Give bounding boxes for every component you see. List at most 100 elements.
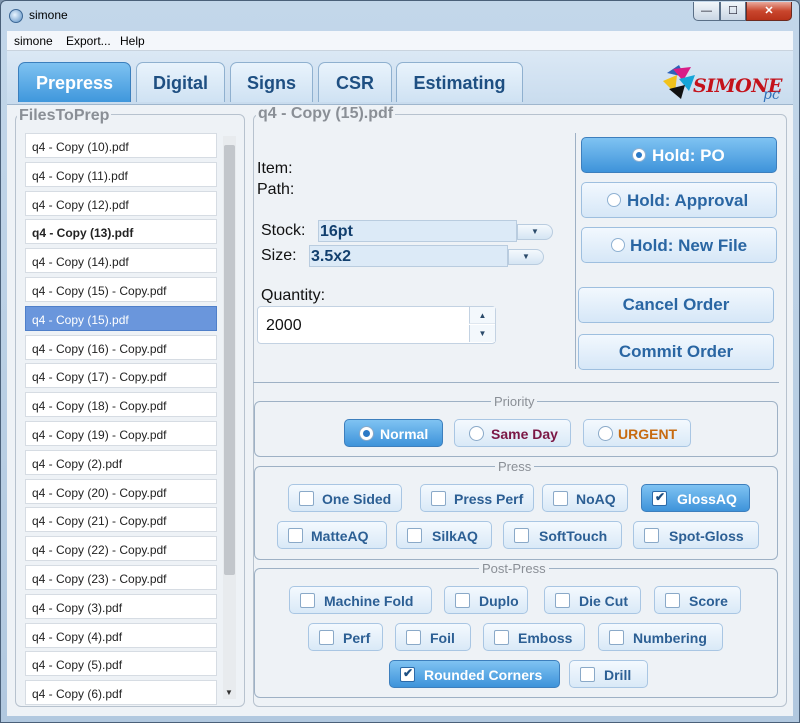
size-select[interactable]: 3.5x2 <box>309 245 508 267</box>
option-label: Score <box>689 593 728 609</box>
file-list-item[interactable]: q4 - Copy (18) - Copy.pdf <box>25 392 217 418</box>
quantity-stepper[interactable]: 2000 ▲ ▼ <box>257 306 496 344</box>
press-option-softtouch[interactable]: SoftTouch <box>503 521 622 549</box>
menu-simone[interactable]: simone <box>14 34 53 48</box>
postpress-option-duplo[interactable]: Duplo <box>444 586 528 614</box>
size-dropdown-icon[interactable]: ▼ <box>508 249 544 265</box>
tab-estimating[interactable]: Estimating <box>396 62 523 102</box>
stock-dropdown-icon[interactable]: ▼ <box>517 224 553 240</box>
menu-bar: simone Export... Help <box>7 31 793 51</box>
stock-select[interactable]: 16pt <box>318 220 517 242</box>
app-window: simone — ☐ ✕ simone Export... Help Prepr… <box>0 0 800 723</box>
priority-normal-label: Normal <box>380 426 429 442</box>
quantity-decrement-icon[interactable]: ▼ <box>469 325 495 342</box>
press-option-spot-gloss[interactable]: Spot-Gloss <box>633 521 759 549</box>
priority-same-day-label: Same Day <box>491 426 558 442</box>
option-label: Foil <box>430 630 455 646</box>
postpress-option-score[interactable]: Score <box>654 586 741 614</box>
file-list-item[interactable]: q4 - Copy (14).pdf <box>25 248 217 274</box>
file-list-item[interactable]: q4 - Copy (19) - Copy.pdf <box>25 421 217 446</box>
app-icon <box>9 9 23 23</box>
client-area: Prepress Digital Signs CSR Estimating SI… <box>7 51 793 716</box>
hold-po-label: Hold: PO <box>652 146 725 165</box>
press-option-noaq[interactable]: NoAQ <box>542 484 628 512</box>
option-label: Numbering <box>633 630 707 646</box>
press-option-matteaq[interactable]: MatteAQ <box>277 521 387 549</box>
file-list-scrollbar[interactable]: ▼ <box>223 136 236 699</box>
file-list-item[interactable]: q4 - Copy (5).pdf <box>25 651 217 677</box>
checkbox-icon <box>455 593 470 608</box>
tab-digital[interactable]: Digital <box>136 62 225 102</box>
option-label: NoAQ <box>576 491 616 507</box>
priority-same-day-radio[interactable]: Same Day <box>454 419 571 447</box>
file-list-item[interactable]: q4 - Copy (20) - Copy.pdf <box>25 478 217 504</box>
postpress-option-numbering[interactable]: Numbering <box>598 623 723 651</box>
postpress-option-perf[interactable]: Perf <box>308 623 383 651</box>
press-title: Press <box>495 459 535 474</box>
horizontal-divider <box>253 382 779 383</box>
press-option-press-perf[interactable]: Press Perf <box>420 484 534 512</box>
commit-order-button[interactable]: Commit Order <box>578 334 774 370</box>
priority-urgent-radio[interactable]: URGENT <box>583 419 691 447</box>
file-list-item[interactable]: q4 - Copy (23) - Copy.pdf <box>25 565 217 590</box>
press-option-silkaq[interactable]: SilkAQ <box>396 521 492 549</box>
option-label: Drill <box>604 667 632 683</box>
file-list-item[interactable]: q4 - Copy (3).pdf <box>25 593 217 619</box>
file-list-item[interactable]: q4 - Copy (17) - Copy.pdf <box>25 363 217 389</box>
file-list-item[interactable]: q4 - Copy (13).pdf <box>25 219 217 245</box>
checkbox-icon <box>319 630 334 645</box>
maximize-button[interactable]: ☐ <box>720 2 746 21</box>
postpress-option-die-cut[interactable]: Die Cut <box>544 586 641 614</box>
scroll-down-icon[interactable]: ▼ <box>225 688 233 697</box>
cancel-order-button[interactable]: Cancel Order <box>578 287 774 323</box>
quantity-label: Quantity: <box>261 287 326 304</box>
file-list-item[interactable]: q4 - Copy (11).pdf <box>25 161 217 187</box>
path-label: Path: <box>257 181 295 198</box>
file-list-item[interactable]: q4 - Copy (22) - Copy.pdf <box>25 536 217 562</box>
checkbox-icon <box>300 593 315 608</box>
hold-po-button[interactable]: Hold: PO <box>581 137 777 173</box>
checkbox-icon <box>406 630 421 645</box>
tab-signs[interactable]: Signs <box>230 62 313 102</box>
window-title: simone <box>29 8 68 22</box>
priority-urgent-label: URGENT <box>618 426 678 442</box>
radio-selected-icon <box>359 426 374 441</box>
postpress-option-machine-fold[interactable]: Machine Fold <box>289 586 432 614</box>
option-label: Press Perf <box>454 491 524 507</box>
postpress-option-rounded-corners[interactable]: Rounded Corners <box>389 660 560 688</box>
option-label: One Sided <box>322 491 392 507</box>
hold-new-file-button[interactable]: Hold: New File <box>581 227 777 263</box>
post-press-title: Post-Press <box>479 561 549 576</box>
title-bar[interactable]: simone — ☐ ✕ <box>1 1 799 31</box>
quantity-increment-icon[interactable]: ▲ <box>469 307 495 324</box>
checkbox-icon <box>580 667 595 682</box>
radio-icon <box>607 193 621 207</box>
minimize-button[interactable]: — <box>693 2 720 21</box>
stock-label: Stock: <box>261 222 306 239</box>
menu-export[interactable]: Export... <box>66 34 111 48</box>
file-list-item[interactable]: q4 - Copy (10).pdf <box>25 133 217 158</box>
postpress-option-foil[interactable]: Foil <box>395 623 471 651</box>
press-option-glossaq[interactable]: GlossAQ <box>641 484 750 512</box>
file-list-item[interactable]: q4 - Copy (16) - Copy.pdf <box>25 334 217 360</box>
file-list-item[interactable]: q4 - Copy (21) - Copy.pdf <box>25 507 217 533</box>
scrollbar-thumb[interactable] <box>224 145 235 575</box>
hold-approval-label: Hold: Approval <box>627 191 749 210</box>
postpress-option-emboss[interactable]: Emboss <box>483 623 585 651</box>
priority-normal-radio[interactable]: Normal <box>344 419 443 447</box>
file-list-item[interactable]: q4 - Copy (15).pdf <box>25 305 217 331</box>
file-list-item[interactable]: q4 - Copy (2).pdf <box>25 449 217 475</box>
option-label: SilkAQ <box>432 528 478 544</box>
file-list-item[interactable]: q4 - Copy (4).pdf <box>25 622 217 648</box>
hold-approval-button[interactable]: Hold: Approval <box>581 182 777 218</box>
file-list-item[interactable]: q4 - Copy (12).pdf <box>25 190 217 216</box>
quantity-value: 2000 <box>266 317 302 334</box>
postpress-option-drill[interactable]: Drill <box>569 660 648 688</box>
file-list-item[interactable]: q4 - Copy (15) - Copy.pdf <box>25 277 217 302</box>
press-option-one-sided[interactable]: One Sided <box>288 484 402 512</box>
file-list-item[interactable]: q4 - Copy (6).pdf <box>25 680 217 706</box>
menu-help[interactable]: Help <box>120 34 145 48</box>
close-button[interactable]: ✕ <box>746 2 792 21</box>
tab-csr[interactable]: CSR <box>318 62 392 102</box>
tab-prepress[interactable]: Prepress <box>18 62 131 102</box>
